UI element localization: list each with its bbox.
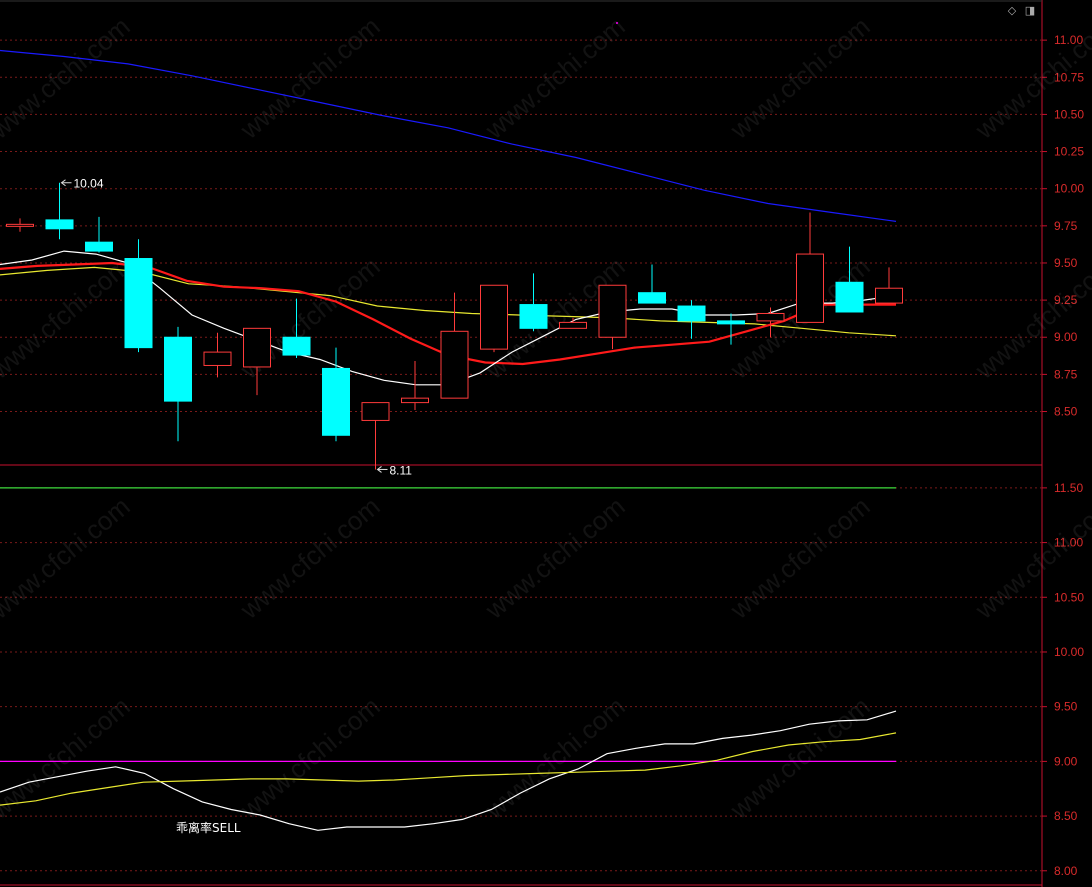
- y-tick-label: 9.00: [1054, 754, 1078, 768]
- candle-body: [322, 367, 350, 436]
- y-tick-label: 9.50: [1054, 256, 1078, 270]
- candle-body: [45, 219, 74, 230]
- watermark-text: www.cfchi.com: [479, 691, 631, 825]
- indicator-label: 乖离率SELL: [176, 820, 241, 835]
- watermark-text: www.cfchi.com: [0, 491, 136, 625]
- annotation-label: 8.11: [390, 463, 413, 477]
- candle-body: [440, 330, 469, 399]
- candle-body: [164, 336, 192, 402]
- y-tick-label: 8.00: [1054, 864, 1078, 878]
- candle: [164, 326, 192, 442]
- watermark-text: www.cfchi.com: [234, 491, 386, 625]
- candle: [796, 212, 824, 323]
- lower-grid: 11.5011.0010.5010.009.509.008.508.00: [0, 481, 1084, 878]
- watermark-text: www.cfchi.com: [969, 491, 1092, 625]
- watermark-text: www.cfchi.com: [479, 491, 631, 625]
- y-tick-label: 10.00: [1054, 645, 1084, 659]
- candle-body: [796, 253, 824, 323]
- candle-body: [361, 402, 390, 421]
- ma-blue-line: [0, 49, 897, 222]
- marker-dot: [616, 22, 618, 24]
- watermark: www.cfchi.com www.cfchi.com www.cfchi.com w…: [0, 11, 1092, 825]
- candle: [361, 402, 390, 470]
- watermark-text: www.cfchi.com: [969, 251, 1092, 385]
- watermark-text: www.cfchi.com: [0, 251, 136, 385]
- candle: [519, 273, 548, 332]
- watermark-text: www.cfchi.com: [724, 691, 876, 825]
- y-tick-label: 10.00: [1054, 182, 1084, 196]
- candle: [677, 300, 706, 339]
- candle: [203, 332, 232, 378]
- y-tick-label: 8.50: [1054, 405, 1078, 419]
- candle-body: [756, 312, 785, 322]
- candle-body: [85, 241, 113, 252]
- candle-body: [243, 327, 271, 368]
- watermark-text: www.cfchi.com: [234, 691, 386, 825]
- y-tick-label: 11.50: [1054, 481, 1083, 495]
- candle: [85, 216, 113, 253]
- candle-body: [717, 320, 745, 325]
- y-tick-label: 8.75: [1054, 367, 1078, 381]
- candle: [717, 313, 745, 345]
- diamond-icon[interactable]: ◇: [1006, 5, 1018, 17]
- candle-body: [598, 284, 627, 338]
- candle-body: [124, 258, 153, 349]
- watermark-text: www.cfchi.com: [0, 691, 136, 825]
- candle: [638, 264, 666, 304]
- y-tick-label: 9.50: [1054, 700, 1078, 714]
- watermark-text: www.cfchi.com: [479, 11, 631, 145]
- candle-body: [835, 281, 864, 313]
- candle-body: [6, 223, 34, 227]
- y-tick-label: 10.50: [1054, 107, 1084, 121]
- candle: [598, 284, 627, 350]
- candle: [243, 327, 271, 396]
- candle: [45, 182, 74, 240]
- watermark-text: www.cfchi.com: [0, 11, 136, 145]
- candle: [440, 292, 469, 399]
- candle-body: [203, 351, 232, 366]
- y-tick-label: 8.50: [1054, 809, 1078, 823]
- candle-body: [401, 397, 429, 404]
- candle: [124, 239, 153, 353]
- candle-body: [638, 292, 666, 304]
- watermark-text: www.cfchi.com: [724, 491, 876, 625]
- candle-body: [875, 287, 903, 304]
- candle-body: [519, 304, 548, 329]
- candle: [875, 267, 903, 304]
- candle-body: [677, 305, 706, 322]
- candle: [6, 218, 34, 232]
- candle-body: [480, 284, 508, 350]
- candle: [480, 284, 508, 353]
- stock-chart: 11.0010.7510.5010.2510.009.759.509.259.0…: [0, 0, 1092, 887]
- watermark-text: www.cfchi.com: [234, 11, 386, 145]
- panel-toggle-icon[interactable]: ◨: [1024, 5, 1036, 17]
- annotation-label: 10.04: [74, 177, 104, 191]
- y-tick-label: 10.25: [1054, 145, 1084, 159]
- candle: [401, 361, 429, 411]
- watermark-text: www.cfchi.com: [724, 11, 876, 145]
- candle-body: [559, 321, 587, 329]
- y-tick-label: 9.00: [1054, 330, 1078, 344]
- y-tick-label: 9.75: [1054, 219, 1078, 233]
- candle-body: [282, 336, 311, 356]
- y-tick-label: 10.50: [1054, 590, 1084, 604]
